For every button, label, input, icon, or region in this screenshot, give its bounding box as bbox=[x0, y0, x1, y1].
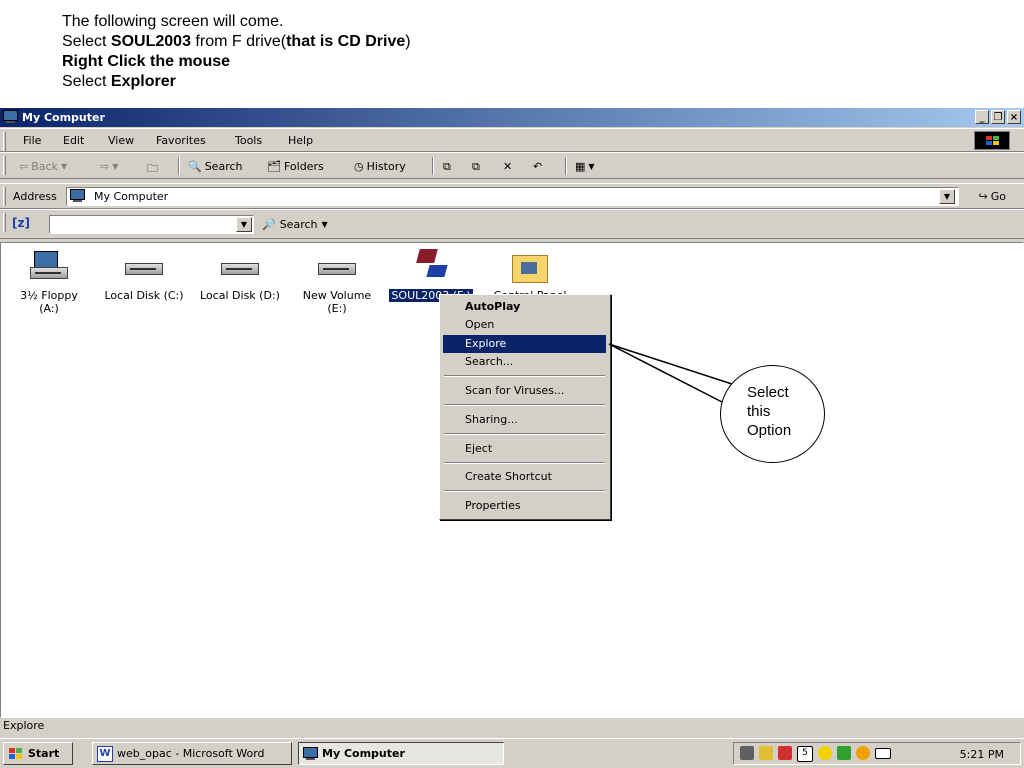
task-my-computer[interactable]: My Computer bbox=[298, 742, 504, 765]
task-word-label: web_opac - Microsoft Word bbox=[117, 747, 265, 760]
windows-flag-icon bbox=[8, 747, 24, 761]
mail-icon[interactable] bbox=[875, 748, 891, 759]
callout-line-3: Option bbox=[747, 422, 792, 439]
callout-line-2: this bbox=[747, 403, 771, 420]
pencil-icon[interactable] bbox=[759, 746, 773, 760]
my-computer-icon bbox=[303, 747, 318, 760]
callout-text: Select this Option bbox=[747, 383, 817, 440]
taskbar: Start W web_opac - Microsoft Word My Com… bbox=[0, 738, 1024, 768]
callout-bubble: Select this Option bbox=[720, 365, 825, 463]
media-icon[interactable] bbox=[837, 746, 851, 760]
callout-pointer-line-bottom bbox=[608, 343, 723, 403]
task-my-computer-label: My Computer bbox=[322, 747, 405, 760]
callout-line-1: Select bbox=[747, 384, 789, 401]
callout-pointer bbox=[608, 343, 736, 403]
clock[interactable]: 5:21 PM bbox=[960, 748, 1004, 761]
start-label: Start bbox=[28, 747, 60, 760]
sun-icon[interactable] bbox=[818, 746, 832, 760]
antivirus-icon[interactable] bbox=[778, 746, 792, 760]
start-button[interactable]: Start bbox=[3, 742, 73, 765]
callout-pointer-line-top bbox=[608, 343, 736, 386]
system-tray: 5 5:21 PM bbox=[733, 742, 1021, 765]
network-icon[interactable] bbox=[740, 746, 754, 760]
task-word[interactable]: W web_opac - Microsoft Word bbox=[92, 742, 292, 765]
word-icon: W bbox=[97, 745, 113, 762]
messenger-icon[interactable] bbox=[856, 746, 870, 760]
calendar-icon[interactable]: 5 bbox=[797, 746, 813, 762]
